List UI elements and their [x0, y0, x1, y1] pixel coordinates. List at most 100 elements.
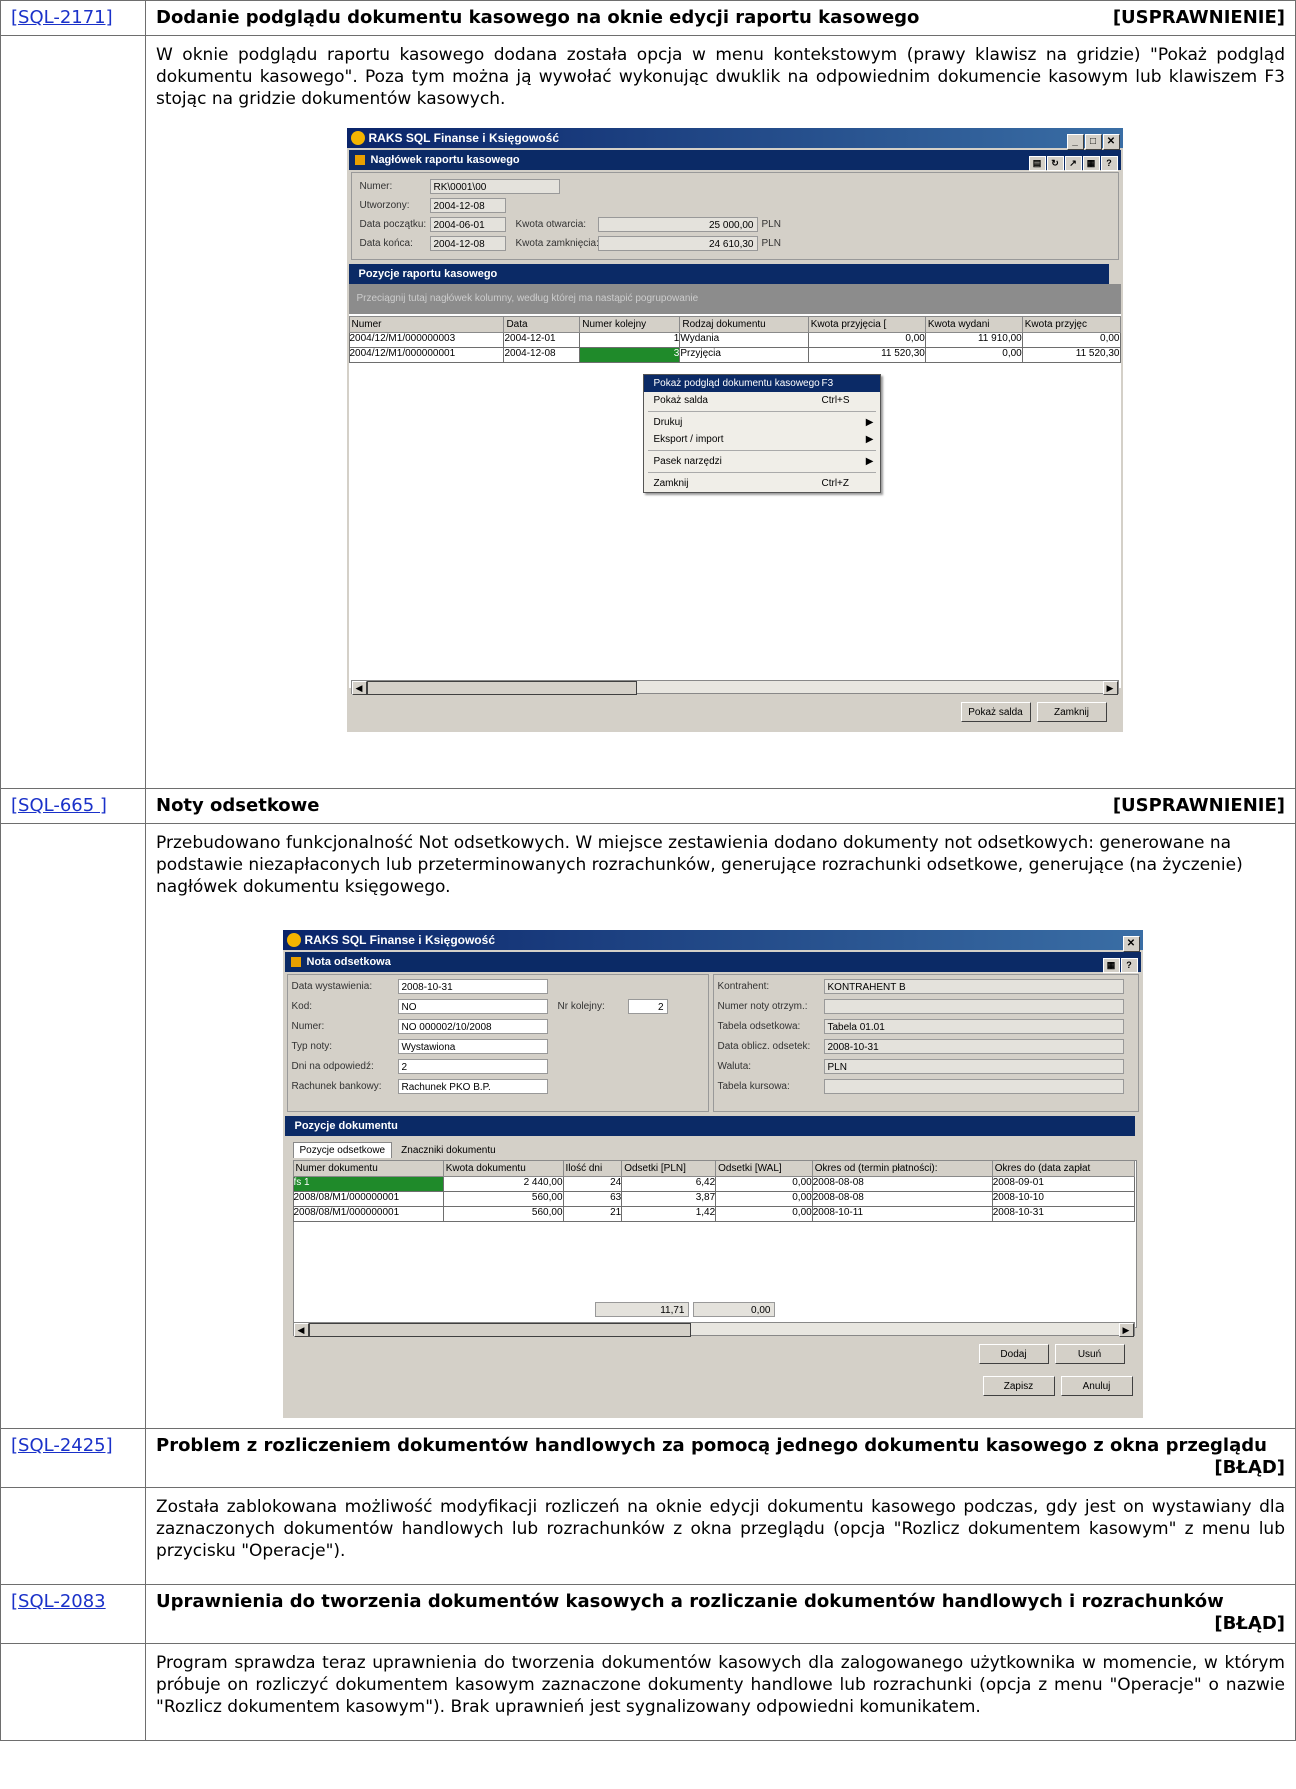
field-value[interactable]: Rachunek PKO B.P.	[397, 1079, 548, 1094]
help-icon[interactable]: ?	[1120, 958, 1138, 973]
table-row[interactable]: 2004/12/M1/000000001 2004-12-08 3 Przyjęcia…	[348, 347, 1121, 363]
nr-kolejny-field[interactable]: 2	[627, 999, 668, 1014]
horizontal-scrollbar[interactable]: ◀ ▶	[350, 680, 1119, 695]
field-value[interactable]	[823, 999, 1124, 1014]
column-header[interactable]: Ilość dni	[562, 1160, 623, 1177]
layout-icon[interactable]: ▦	[1082, 156, 1100, 171]
menu-item[interactable]: Pokaż podgląd dokumentu kasowego F3	[643, 375, 880, 392]
section-title-bar: Pozycje raportu kasowego	[348, 264, 1109, 284]
table-row[interactable]: 2004/12/M1/000000003 2004-12-01 1 Wydania 0,…	[348, 332, 1121, 348]
table-cell: 2008-09-01	[991, 1176, 1135, 1192]
grid-area	[348, 314, 1121, 688]
close-button[interactable]: ✕	[1122, 936, 1140, 952]
menu-item[interactable]: Eksport / import ▶	[644, 431, 880, 448]
menu-item[interactable]: Pokaż salda Ctrl+S	[644, 392, 880, 409]
table-cell: Przyjęcia	[679, 347, 809, 363]
table-row[interactable]: fs 12 440,00 24 6,42 0,00 2008-08-08 2008-09-…	[292, 1176, 1135, 1192]
column-header[interactable]: Okres do (data zapłat	[991, 1160, 1135, 1177]
save-button[interactable]: Zapisz	[982, 1376, 1055, 1396]
column-header[interactable]: Okres od (termin płatności):	[811, 1160, 993, 1177]
table-cell: 2004/12/M1/000000003	[348, 332, 505, 348]
field-value[interactable]	[823, 1079, 1124, 1094]
field-value[interactable]: Tabela 01.01	[823, 1019, 1124, 1034]
cash-documents-grid[interactable]: Numer Data Numer kolejny Rodzaj dokumentu Kw…	[348, 316, 1121, 363]
column-header[interactable]: Kwota przyjęc	[1021, 316, 1121, 333]
field-value[interactable]: 2	[397, 1059, 548, 1074]
submenu-arrow-icon: ▶	[865, 434, 874, 445]
entry-body-row: Przebudowano funkcjonalność Not odsetkow…	[0, 823, 1296, 1429]
column-header[interactable]: Odsetki [PLN]	[621, 1160, 717, 1177]
group-by-area[interactable]: Przeciągnij tutaj nagłówek kolumny, wedł…	[348, 284, 1121, 314]
scroll-right-icon[interactable]: ▶	[1118, 1323, 1134, 1337]
tab-pozycje-odsetkowe[interactable]: Pozycje odsetkowe	[292, 1142, 393, 1158]
print-icon[interactable]: ▤	[1028, 156, 1046, 171]
minimize-button[interactable]: _	[1066, 134, 1084, 150]
header-cell: Uprawnienia do tworzenia dokumentów kaso…	[145, 1584, 1296, 1644]
scroll-right-icon[interactable]: ▶	[1102, 681, 1118, 695]
field-value[interactable]: NO 000002/10/2008	[397, 1019, 548, 1034]
field-value[interactable]: KONTRAHENT B	[823, 979, 1124, 994]
horizontal-scrollbar[interactable]: ◀ ▶	[292, 1322, 1135, 1337]
app-icon	[286, 933, 301, 947]
scroll-thumb[interactable]	[366, 681, 637, 695]
entry-body-row: W oknie podglądu raportu kasowego dodana…	[0, 35, 1296, 789]
interest-items-grid[interactable]: Numer dokumentu Kwota dokumentu Ilość dni O…	[292, 1160, 1135, 1222]
table-cell: 2004-12-01	[503, 332, 581, 348]
scroll-left-icon[interactable]: ◀	[293, 1323, 309, 1337]
menu-item[interactable]: Drukuj ▶	[644, 414, 880, 431]
column-header[interactable]: Data	[503, 316, 581, 333]
issue-link[interactable]: [SQL-665 ]	[1, 789, 145, 816]
scroll-left-icon[interactable]: ◀	[351, 681, 367, 695]
column-header[interactable]: Numer dokumentu	[292, 1160, 444, 1177]
column-header[interactable]: Kwota przyjęcia [	[807, 316, 926, 333]
issue-link[interactable]: [SQL-2425]	[1, 1429, 145, 1456]
menu-item[interactable]: Zamknij Ctrl+Z	[644, 475, 880, 492]
table-cell: 2008-08-08	[811, 1176, 993, 1192]
field-value[interactable]: 2008-10-31	[823, 1039, 1124, 1054]
field-value[interactable]: 2008-10-31	[397, 979, 548, 994]
field-value[interactable]: PLN	[823, 1059, 1124, 1074]
table-cell: 3,87	[621, 1191, 717, 1207]
maximize-button[interactable]: □	[1084, 134, 1102, 150]
column-header[interactable]: Kwota wydani	[924, 316, 1023, 333]
menu-item-shortcut: Ctrl+Z	[821, 478, 850, 489]
issue-link[interactable]: [SQL-2083	[1, 1585, 145, 1612]
column-header[interactable]: Odsetki [WAL]	[715, 1160, 813, 1177]
menu-item-label: Drukuj	[653, 417, 683, 428]
utworzony-label: Utworzony:	[359, 200, 410, 211]
column-header[interactable]: Numer	[348, 316, 505, 333]
table-cell: 1,42	[621, 1206, 717, 1222]
field-label: Tabela odsetkowa:	[717, 1021, 801, 1032]
table-cell: 2008-10-10	[991, 1191, 1135, 1207]
close-window-button[interactable]: Zamknij	[1036, 702, 1107, 722]
export-icon[interactable]: ↗	[1064, 156, 1082, 171]
table-row[interactable]: 2008/08/M1/000000001 560,00 63 3,87 0,00 2008…	[292, 1191, 1135, 1207]
layout-icon[interactable]: ▦	[1102, 958, 1120, 973]
tab-znaczniki-dokumentu[interactable]: Znaczniki dokumentu	[395, 1143, 502, 1158]
menu-item-label: Eksport / import	[653, 434, 724, 445]
column-header[interactable]: Kwota dokumentu	[442, 1160, 564, 1177]
show-balance-button[interactable]: Pokaż salda	[960, 702, 1031, 722]
menu-item[interactable]: Pasek narzędzi ▶	[644, 453, 880, 470]
cancel-button[interactable]: Anuluj	[1060, 1376, 1133, 1396]
help-icon[interactable]: ?	[1100, 156, 1118, 171]
column-header[interactable]: Rodzaj dokumentu	[679, 316, 809, 333]
table-row[interactable]: 2008/08/M1/000000001 560,00 21 1,42 0,00 2008…	[292, 1206, 1135, 1222]
field-value[interactable]: Wystawiona	[397, 1039, 548, 1054]
window-title: Nota odsetkowa	[306, 956, 391, 968]
field-value[interactable]: NO	[397, 999, 548, 1014]
column-header[interactable]: Numer kolejny	[579, 316, 681, 333]
body-cell: Przebudowano funkcjonalność Not odsetkow…	[145, 823, 1296, 1429]
issue-link[interactable]: [SQL-2171]	[1, 1, 145, 28]
close-button[interactable]: ✕	[1102, 134, 1120, 150]
changelog-document: [SQL-2171] Dodanie podglądu dokumentu ka…	[0, 0, 1296, 1741]
scroll-thumb[interactable]	[308, 1323, 691, 1337]
data-konca-label: Data końca:	[359, 238, 413, 249]
table-cell: 2008/08/M1/000000001	[292, 1191, 444, 1207]
app-titlebar: RAKS SQL Finanse i Księgowość _ □ ✕	[346, 128, 1123, 150]
add-button[interactable]: Dodaj	[978, 1344, 1049, 1364]
field-label: Kontrahent:	[717, 981, 770, 992]
refresh-icon[interactable]: ↻	[1046, 156, 1064, 171]
remove-button[interactable]: Usuń	[1054, 1344, 1125, 1364]
table-cell: 11 910,00	[924, 332, 1023, 348]
